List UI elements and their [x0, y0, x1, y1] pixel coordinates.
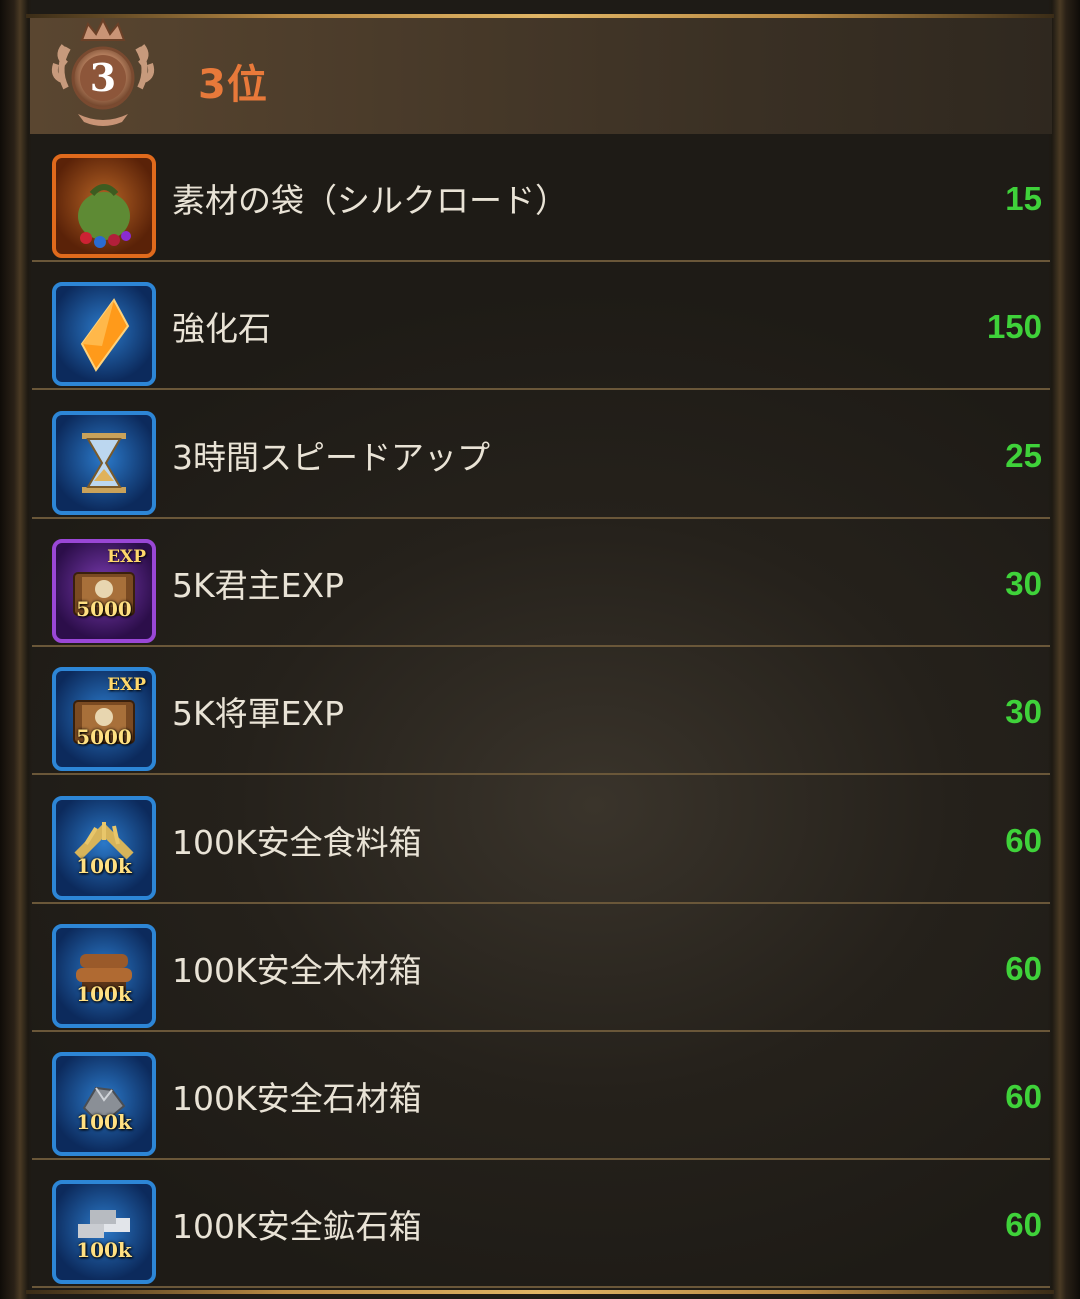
exp-badge: EXP: [107, 675, 146, 696]
item-name: 強化石: [172, 309, 271, 349]
enhancement-stone-icon[interactable]: [52, 282, 156, 387]
item-quantity: 150: [986, 308, 1042, 346]
amount-badge: 5000: [76, 596, 132, 621]
amount-badge: 100k: [76, 853, 132, 878]
item-quantity: 30: [1005, 693, 1042, 731]
reward-row: 100k 100K安全食料箱 60: [32, 778, 1050, 904]
reward-row: 強化石 150: [32, 264, 1050, 391]
rank-header: [30, 18, 1052, 134]
reward-row: 100k 100K安全鉱石箱 60: [32, 1162, 1050, 1289]
item-quantity: 60: [1005, 949, 1042, 987]
item-name: 5K将軍EXP: [172, 694, 344, 734]
amount-badge: 100k: [76, 981, 132, 1006]
rank-number: 3: [90, 55, 116, 100]
reward-row: 100k 100K安全石材箱 60: [32, 1034, 1050, 1161]
item-quantity: 30: [1005, 564, 1042, 602]
item-name: 3時間スピードアップ: [172, 437, 490, 477]
item-name: 100K安全鉱石箱: [172, 1207, 422, 1247]
reward-row: EXP 5000 5K君主EXP 30: [32, 521, 1050, 647]
reward-row: 素材の袋（シルクロード） 15: [32, 136, 1050, 262]
wood-crate-icon[interactable]: 100k: [52, 923, 156, 1028]
item-quantity: 60: [1005, 1078, 1042, 1116]
rank-label: 3位: [198, 62, 268, 108]
amount-badge: 5000: [76, 725, 132, 750]
food-crate-icon[interactable]: 100k: [52, 795, 156, 900]
item-name: 100K安全木材箱: [172, 950, 422, 990]
item-quantity: 60: [1005, 1206, 1042, 1244]
exp-badge: EXP: [107, 546, 146, 567]
item-quantity: 60: [1005, 821, 1042, 859]
rank-medal-icon: 3: [51, 18, 155, 126]
exp-book-icon[interactable]: EXP 5000: [52, 538, 156, 643]
reward-row: 3時間スピードアップ 25: [32, 393, 1050, 519]
bottom-divider: [26, 1290, 1054, 1294]
stone-crate-icon[interactable]: 100k: [52, 1052, 156, 1157]
item-name: 100K安全食料箱: [172, 822, 422, 862]
exp-book-icon[interactable]: EXP 5000: [52, 667, 156, 772]
ore-crate-icon[interactable]: 100k: [52, 1180, 156, 1285]
material-bag-icon[interactable]: [52, 154, 156, 258]
amount-badge: 100k: [76, 1238, 132, 1263]
item-name: 5K君主EXP: [172, 565, 344, 605]
item-name: 100K安全石材箱: [172, 1079, 422, 1119]
reward-row: EXP 5000 5K将軍EXP 30: [32, 649, 1050, 776]
item-quantity: 15: [1005, 180, 1042, 217]
hourglass-icon[interactable]: [52, 410, 156, 515]
item-quantity: 25: [1005, 436, 1042, 474]
reward-row: 100k 100K安全木材箱 60: [32, 906, 1050, 1032]
item-name: 素材の袋（シルクロード）: [172, 181, 568, 220]
amount-badge: 100k: [76, 1110, 132, 1135]
